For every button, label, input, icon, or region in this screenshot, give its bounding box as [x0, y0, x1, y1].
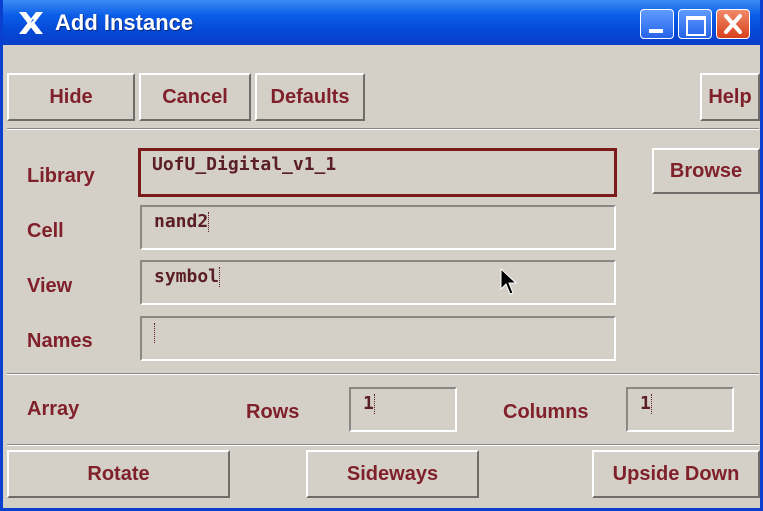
text-caret	[208, 212, 210, 232]
rows-field[interactable]: 1	[349, 387, 457, 432]
text-caret	[154, 323, 155, 343]
sideways-button[interactable]: Sideways	[306, 450, 479, 498]
library-value: UofU_Digital_v1_1	[152, 154, 337, 175]
separator	[7, 128, 759, 130]
minimize-button[interactable]	[640, 9, 674, 39]
help-button[interactable]: Help	[700, 73, 760, 121]
columns-field[interactable]: 1	[626, 387, 734, 432]
cell-field[interactable]: nand2	[140, 205, 616, 250]
cancel-button[interactable]: Cancel	[139, 73, 251, 121]
window-title: Add Instance	[55, 10, 194, 35]
view-label: View	[27, 275, 73, 297]
cell-label: Cell	[27, 220, 64, 242]
close-icon	[724, 14, 742, 34]
view-value: symbol	[154, 266, 220, 287]
cell-value: nand2	[154, 211, 209, 232]
mouse-pointer-icon	[500, 268, 518, 295]
minimize-icon	[649, 29, 663, 33]
library-field[interactable]: UofU_Digital_v1_1	[138, 148, 617, 197]
browse-button[interactable]: Browse	[652, 148, 760, 194]
columns-value: 1	[640, 393, 651, 414]
columns-label: Columns	[503, 401, 589, 423]
rotate-button[interactable]: Rotate	[7, 450, 230, 498]
names-field[interactable]	[140, 316, 616, 361]
text-caret	[219, 267, 221, 287]
rows-value: 1	[363, 393, 374, 414]
maximize-button[interactable]	[678, 9, 712, 39]
text-caret	[373, 394, 375, 414]
separator	[7, 373, 759, 375]
x-logo-icon	[19, 12, 43, 34]
names-label: Names	[27, 330, 93, 352]
separator	[7, 444, 759, 446]
add-instance-window: Add Instance Hide Cancel Defaults Help L…	[0, 0, 763, 511]
view-field[interactable]: symbol	[140, 260, 616, 305]
defaults-button[interactable]: Defaults	[255, 73, 365, 121]
library-label: Library	[27, 165, 95, 187]
rows-label: Rows	[246, 401, 300, 423]
text-caret	[650, 394, 652, 414]
hide-button[interactable]: Hide	[7, 73, 135, 121]
upside-down-button[interactable]: Upside Down	[592, 450, 760, 498]
array-label: Array	[27, 398, 80, 420]
maximize-icon	[686, 16, 706, 36]
close-button[interactable]	[716, 9, 750, 39]
title-bar[interactable]: Add Instance	[3, 0, 760, 45]
